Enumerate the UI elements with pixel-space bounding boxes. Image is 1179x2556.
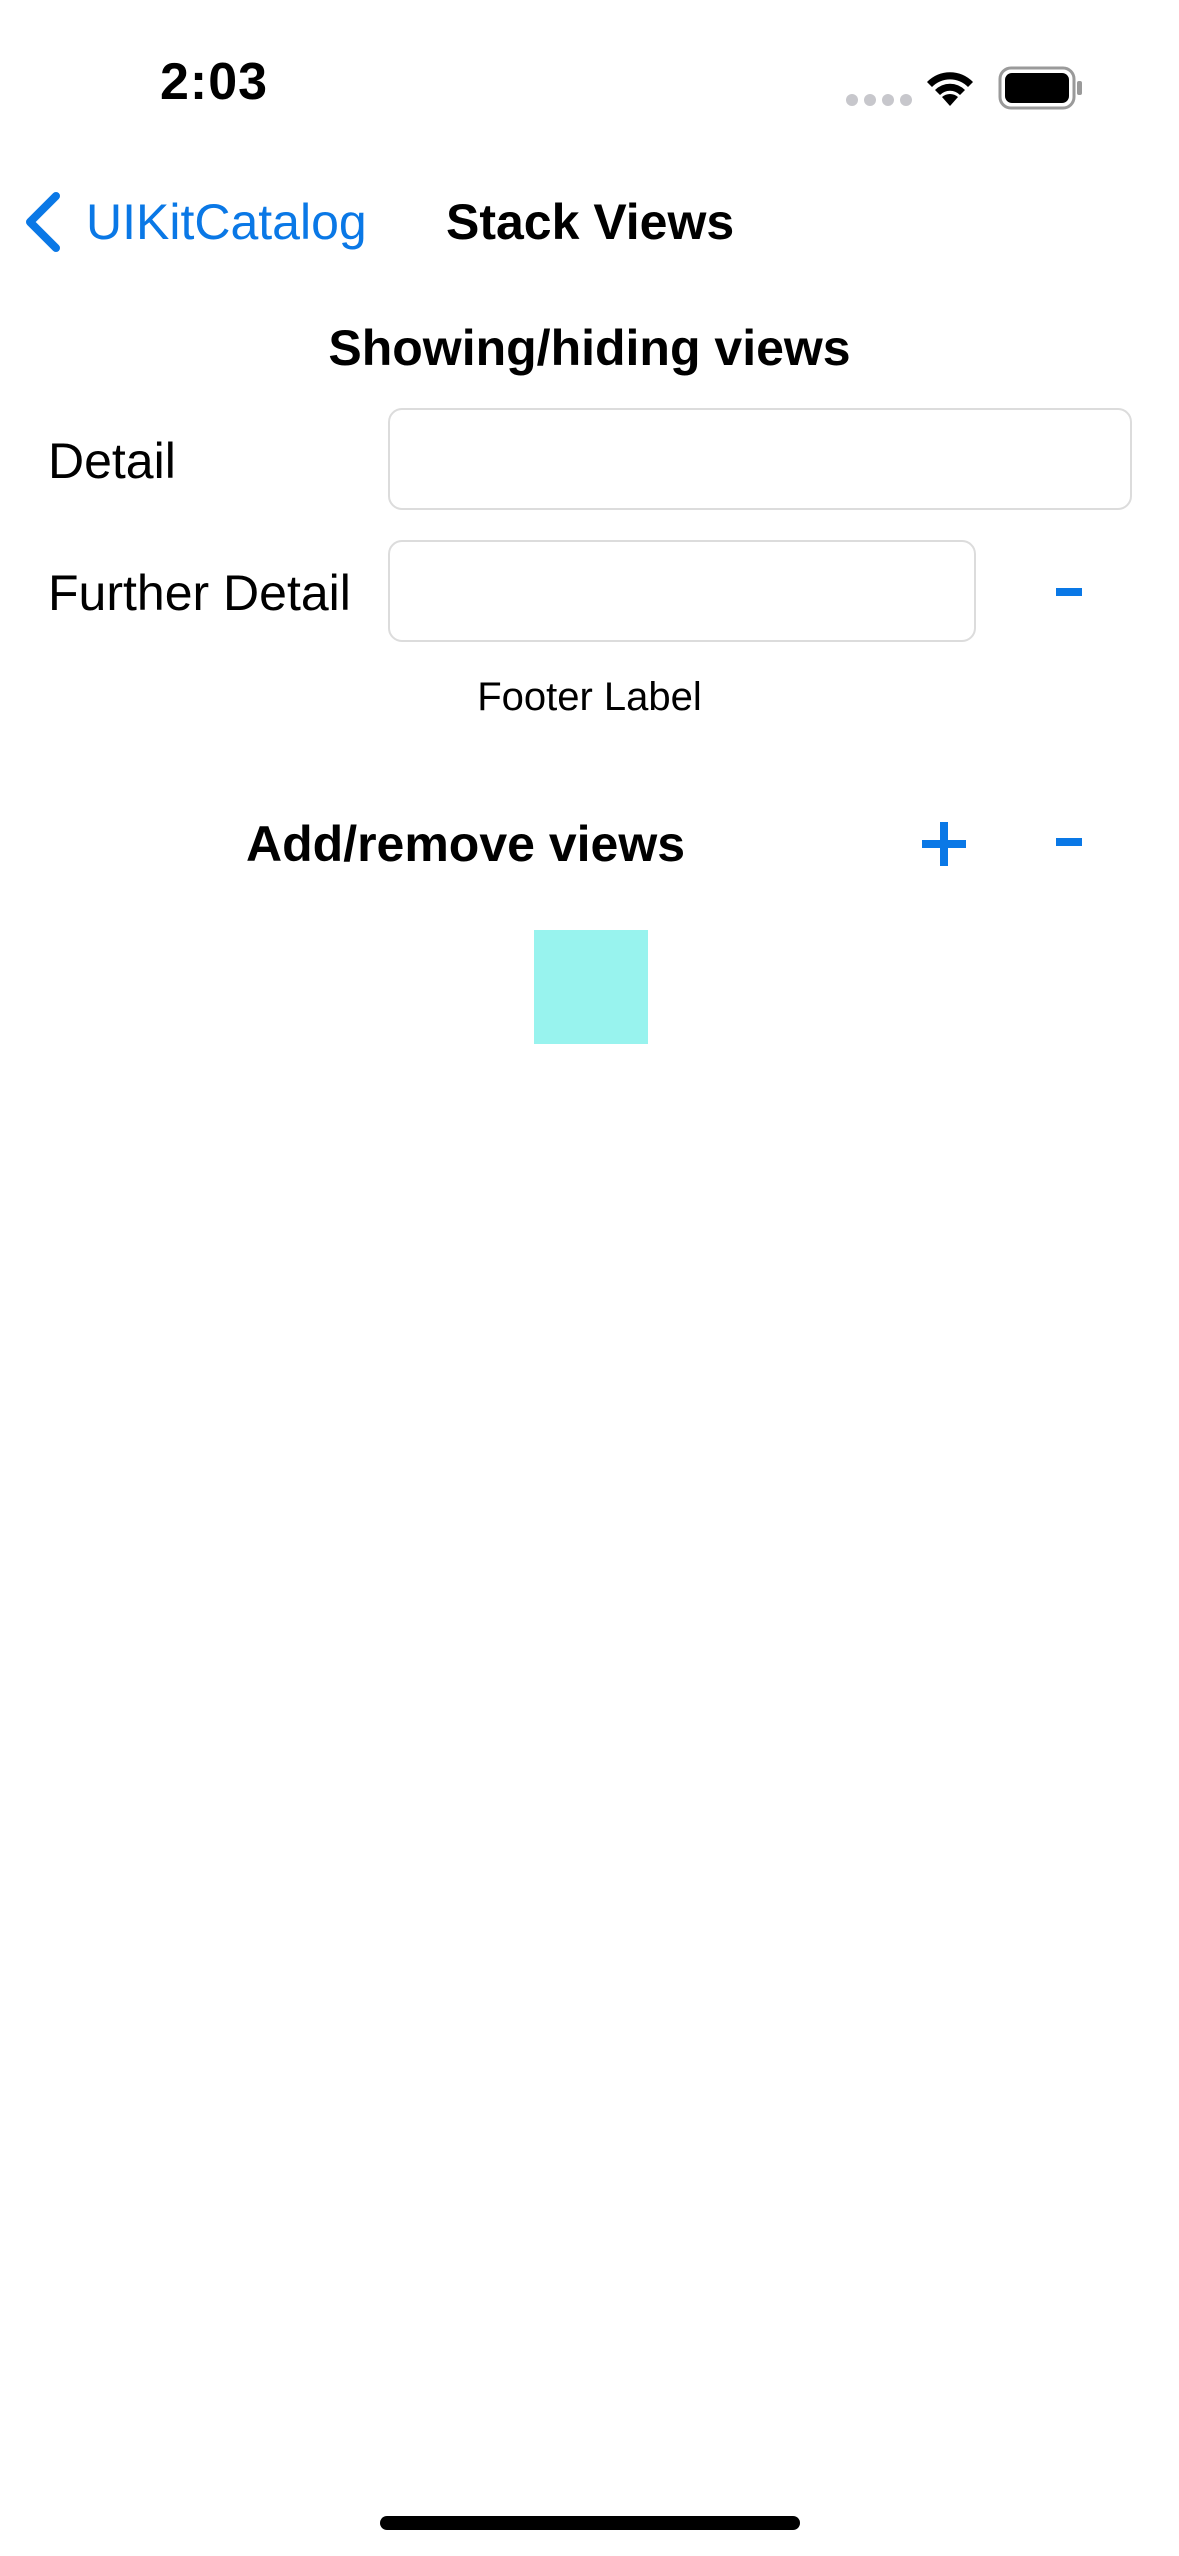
signal-dots-icon — [846, 94, 912, 106]
back-button[interactable]: UIKitCatalog — [22, 190, 367, 254]
add-view-button[interactable] — [920, 820, 968, 873]
plus-icon — [922, 822, 966, 866]
remove-view-button[interactable] — [1052, 822, 1092, 862]
minus-icon — [1056, 838, 1082, 846]
add-remove-title: Add/remove views — [246, 816, 686, 872]
status-time: 2:03 — [160, 53, 269, 111]
showing-hiding-title: Showing/hiding views — [328, 320, 851, 376]
chevron-left-icon — [26, 192, 60, 252]
detail-label: Detail — [48, 433, 176, 489]
wifi-icon — [924, 66, 976, 113]
nav-title: Stack Views — [446, 194, 735, 250]
battery-icon — [998, 66, 1084, 115]
hide-further-detail-button[interactable] — [1052, 572, 1092, 612]
back-label: UIKitCatalog — [86, 194, 367, 250]
minus-icon — [1056, 588, 1082, 596]
detail-field[interactable] — [388, 408, 1132, 510]
footer-label: Footer Label — [477, 675, 702, 719]
further-detail-label: Further Detail — [48, 565, 351, 621]
stacked-view — [534, 930, 648, 1044]
home-indicator — [380, 2516, 800, 2530]
further-detail-field[interactable] — [388, 540, 976, 642]
